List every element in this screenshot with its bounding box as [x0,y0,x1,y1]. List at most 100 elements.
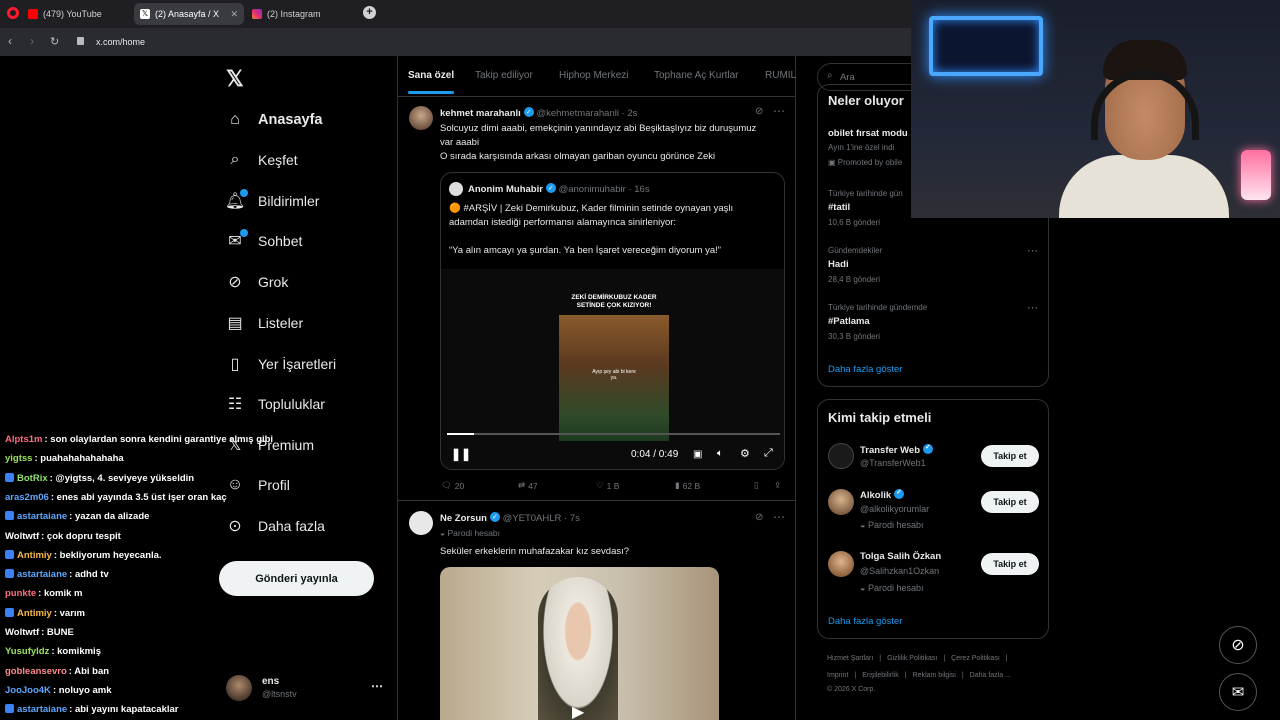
more-icon[interactable]: ⋯ [773,104,785,118]
avatar[interactable] [409,106,433,130]
url-field[interactable]: x.com/home [96,37,145,47]
timeline-tab[interactable]: Tophane Aç Kurtlar [654,70,739,81]
video-player[interactable]: ZEKİ DEMİRKUBUZ KADER SETİNDE ÇOK KIZIYO… [441,269,784,469]
forward-icon[interactable]: › [30,34,34,48]
nav-item-9[interactable]: ☺ Profil [226,470,290,500]
reply-button[interactable]: 🗨︎ 20 [441,480,464,491]
author-name[interactable]: Ne Zorsun [440,513,487,524]
chat-username[interactable]: Antimiy [17,550,52,561]
avatar[interactable] [828,489,854,515]
nav-item-6[interactable]: ▯ Yer İşaretleri [226,349,336,379]
footer-link[interactable]: Erişilebilirlik [862,672,899,679]
trend-title[interactable]: obilet fırsat modu [828,128,908,139]
chat-username[interactable]: Yusufyldz [5,646,49,657]
chat-username[interactable]: JooJoo4K [5,685,51,696]
chat-username[interactable]: Antimiy [17,608,52,619]
suggested-user-name[interactable]: Alkolik [860,488,905,501]
footer-link[interactable]: Reklam bilgisi [913,672,956,679]
grok-fab[interactable]: ⊘ [1219,626,1257,664]
tweet-image[interactable]: ▶ [440,567,719,720]
trend-title[interactable]: #tatil [828,202,850,213]
chat-username[interactable]: punkte [5,588,36,599]
chat-username[interactable]: Alpts1m [5,434,42,445]
nav-item-10[interactable]: ⊙ Daha fazla [226,511,325,541]
nav-item-0[interactable]: ⌂ Anasayfa [226,105,322,135]
trend-title[interactable]: Hadi [828,259,849,270]
more-icon[interactable]: ⋯ [1027,244,1038,257]
video-progress-track[interactable] [447,433,780,435]
suggested-user-name[interactable]: Transfer Web [860,443,934,456]
grok-icon[interactable]: ⊘ [755,106,763,117]
show-more-follow-link[interactable]: Daha fazla göster [828,616,902,627]
follow-button[interactable]: Takip et [981,553,1039,575]
play-icon[interactable]: ▶ [572,702,584,720]
more-icon[interactable]: ⋯ [371,679,383,693]
footer-link[interactable]: Çerez Politikası [951,655,1000,662]
chat-username[interactable]: BotRix [17,473,48,484]
nav-item-1[interactable]: ⌕ Keşfet [226,145,298,175]
chat-username[interactable]: astartaiane [17,569,67,580]
like-button[interactable]: ♡ 1 B [596,480,619,491]
x-logo-icon[interactable]: 𝕏 [226,66,244,92]
captions-icon[interactable]: ▣ [693,449,702,460]
chat-username[interactable]: gobleansevro [5,666,67,677]
tweet-time[interactable]: · 7s [564,513,580,524]
views-button[interactable]: ▮ 62 B [675,480,700,491]
chat-username[interactable]: astartaiane [17,704,67,715]
chat-username[interactable]: astartaiane [17,511,67,522]
chat-username[interactable]: Woltwtf [5,627,39,638]
footer-link[interactable]: Daha fazla ... [970,672,1011,679]
trend-title[interactable]: #Patlama [828,316,870,327]
chat-username[interactable]: aras2m06 [5,492,49,503]
footer-link[interactable]: Imprint [827,672,848,679]
chat-username[interactable]: yigtss [5,453,32,464]
footer-link[interactable]: Hizmet Şartları [827,655,873,662]
reload-icon[interactable]: ↻ [50,35,59,48]
follow-button[interactable]: Takip et [981,445,1039,467]
fullscreen-icon[interactable]: ⤢ [764,447,773,460]
timeline-tab[interactable]: RUMIL [765,70,796,81]
browser-tab-x[interactable]: 𝕏 (2) Anasayfa / X ✕ [134,3,244,25]
browser-tab-instagram[interactable]: (2) Instagram [246,3,356,25]
messages-fab[interactable]: ✉ [1219,673,1257,711]
nav-item-3[interactable]: ✉ Sohbet [226,226,302,256]
author-handle[interactable]: @YET0AHLR [503,513,562,524]
avatar[interactable] [409,511,433,535]
nav-item-8[interactable]: 𝕏 Premium [226,430,314,460]
close-tab-icon[interactable]: ✕ [230,9,238,20]
share-icon[interactable]: ⇪ [774,480,781,491]
more-icon[interactable]: ⋯ [773,510,785,524]
avatar[interactable] [828,551,854,577]
show-more-trends-link[interactable]: Daha fazla göster [828,364,902,375]
opera-logo-icon[interactable] [7,7,19,19]
account-switcher[interactable]: ens @ltsnstv ⋯ [226,673,386,703]
browser-tab-youtube[interactable]: (479) YouTube [22,3,132,25]
nav-item-4[interactable]: ⊘ Grok [226,267,288,297]
nav-item-2[interactable]: 🔔︎ Bildirimler [225,186,319,216]
follow-button[interactable]: Takip et [981,491,1039,513]
new-tab-icon[interactable]: + [363,6,376,19]
bookmark-icon[interactable]: ▯ [754,480,759,491]
chat-username[interactable]: Woltwtf [5,531,39,542]
nav-item-7[interactable]: ☷ Topluluklar [226,389,325,419]
author-name[interactable]: kehmet marahanlı [440,108,521,119]
settings-gear-icon[interactable]: ⚙ [740,447,750,460]
volume-icon[interactable]: 🔈︎ [717,448,723,459]
back-icon[interactable]: ‹ [8,34,12,48]
quoted-tweet[interactable]: Anonim Muhabir @anonimuhabir · 16s 🟠 #AR… [440,172,785,470]
post-button[interactable]: Gönderi yayınla [219,561,374,596]
pause-icon[interactable]: ❚❚ [451,447,471,461]
retweet-button[interactable]: ⇄ 47 [518,480,538,491]
more-icon[interactable]: ⋯ [1027,301,1038,314]
grok-icon[interactable]: ⊘ [755,512,763,523]
footer-link[interactable]: Gizlilik Politikası [887,655,937,662]
tweet-time[interactable]: · 2s [622,108,638,119]
timeline-tab[interactable]: Takip ediliyor [475,70,533,81]
suggested-user-name[interactable]: Tolga Salih Özkan [860,551,941,562]
nav-item-5[interactable]: ▤ Listeler [226,308,303,338]
timeline-tab[interactable]: Hiphop Merkezi [559,70,628,81]
avatar[interactable] [828,443,854,469]
author-handle[interactable]: @kehmetmarahanli [536,108,619,119]
search-input[interactable]: Ara [840,72,855,83]
timeline-tab[interactable]: Sana özel [408,70,454,81]
